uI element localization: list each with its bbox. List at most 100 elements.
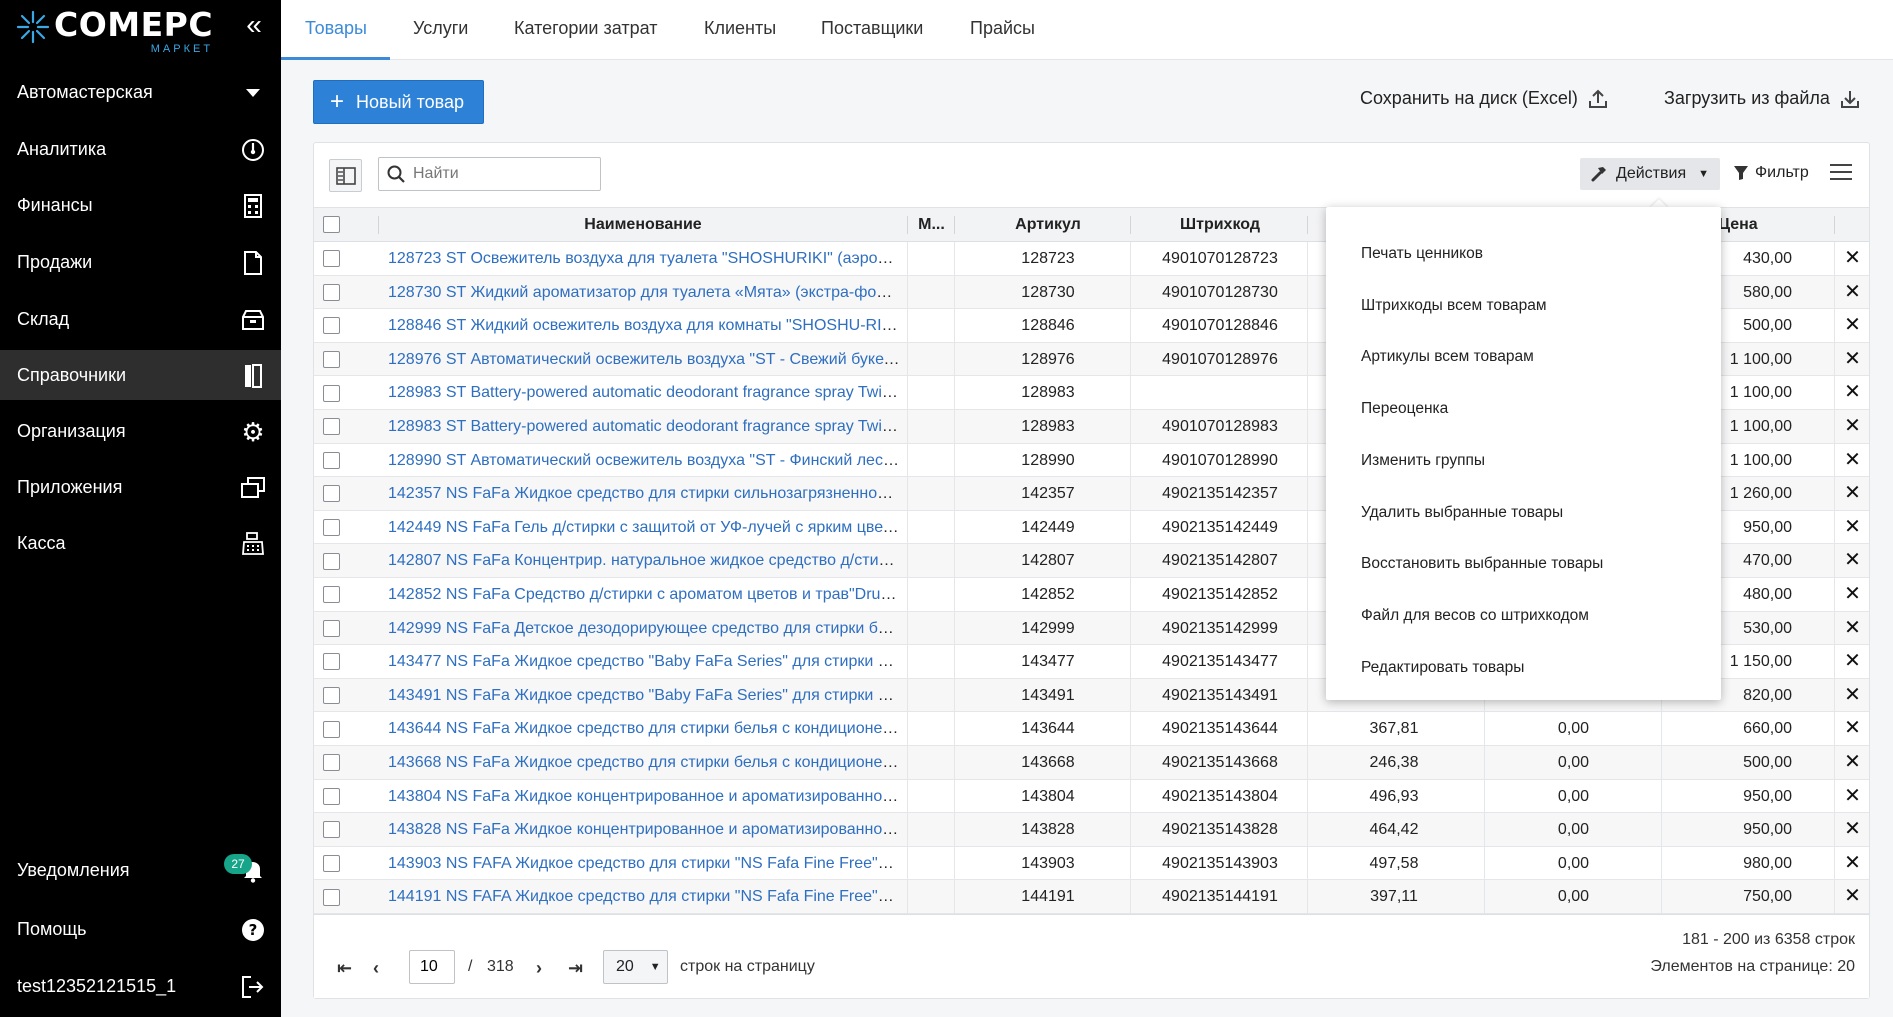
delete-row-icon[interactable]: ✕ — [1836, 612, 1869, 645]
actions-menu-item[interactable]: Переоценка — [1326, 384, 1721, 434]
product-name-link[interactable]: 128976 ST Автоматический освежитель возд… — [388, 351, 900, 368]
delete-row-icon[interactable]: ✕ — [1836, 276, 1869, 309]
tab-clients[interactable]: Клиенты — [704, 0, 776, 60]
select-all-checkbox[interactable] — [322, 216, 340, 234]
last-page-icon[interactable]: ⇥ — [568, 958, 583, 979]
product-name-link[interactable]: 143668 NS FaFa Жидкое средство для стирк… — [388, 754, 900, 771]
row-checkbox[interactable] — [322, 351, 340, 369]
table-row[interactable]: 143828 NS FaFa Жидкое концентрированное … — [314, 813, 1869, 847]
search-input[interactable] — [413, 165, 593, 183]
product-name-link[interactable]: 128990 ST Автоматический освежитель возд… — [388, 452, 900, 469]
sidebar-item-references[interactable]: Справочники — [0, 350, 281, 400]
product-name-link[interactable]: 128723 ST Освежитель воздуха для туалета… — [388, 250, 900, 267]
tab-suppliers[interactable]: Поставщики — [821, 0, 923, 60]
delete-row-icon[interactable]: ✕ — [1836, 242, 1869, 275]
column-header-name[interactable]: Наименование — [378, 208, 908, 243]
row-checkbox[interactable] — [322, 519, 340, 537]
sidebar-item-analytics[interactable]: Аналитика — [0, 124, 281, 174]
new-product-button[interactable]: + Новый товар — [313, 80, 484, 124]
rows-per-page-select[interactable]: 20 ▼ — [603, 950, 668, 984]
table-row[interactable]: 143903 NS FAFA Жидкое средство для стирк… — [314, 846, 1869, 881]
sidebar-item-finance[interactable]: Финансы — [0, 180, 281, 230]
delete-row-icon[interactable]: ✕ — [1836, 679, 1869, 712]
prev-page-icon[interactable]: ‹ — [373, 958, 379, 979]
actions-menu-item[interactable]: Редактировать товары — [1326, 643, 1721, 693]
delete-row-icon[interactable]: ✕ — [1836, 511, 1869, 544]
sidebar-item-cashbox[interactable]: Касса — [0, 518, 281, 568]
product-name-link[interactable]: 143477 NS FaFa Жидкое средство "Baby FaF… — [388, 653, 900, 670]
tab-services[interactable]: Услуги — [413, 0, 468, 60]
row-checkbox[interactable] — [322, 720, 340, 738]
table-row[interactable]: 144191 NS FAFA Жидкое средство для стирк… — [314, 880, 1869, 914]
first-page-icon[interactable]: ⇤ — [337, 958, 352, 979]
product-name-link[interactable]: 143804 NS FaFa Жидкое концентрированное … — [388, 788, 900, 805]
delete-row-icon[interactable]: ✕ — [1836, 578, 1869, 611]
row-checkbox[interactable] — [322, 451, 340, 469]
row-checkbox[interactable] — [322, 787, 340, 805]
row-checkbox[interactable] — [322, 485, 340, 503]
save-excel-button[interactable]: Сохранить на диск (Excel) — [1360, 88, 1608, 109]
delete-row-icon[interactable]: ✕ — [1836, 645, 1869, 678]
tab-goods[interactable]: Товары — [305, 0, 367, 60]
column-header-barcode[interactable]: Штрихкод — [1132, 208, 1308, 243]
sidebar-item-organization[interactable]: Организация ⚙ — [0, 406, 281, 456]
filter-button[interactable]: Фильтр — [1733, 164, 1809, 182]
table-row[interactable]: 143804 NS FaFa Жидкое концентрированное … — [314, 779, 1869, 814]
row-checkbox[interactable] — [322, 586, 340, 604]
actions-menu-item[interactable]: Файл для весов со штрихкодом — [1326, 591, 1721, 641]
table-row[interactable]: 143668 NS FaFa Жидкое средство для стирк… — [314, 745, 1869, 780]
row-checkbox[interactable] — [322, 250, 340, 268]
next-page-icon[interactable]: › — [536, 958, 542, 979]
row-checkbox[interactable] — [322, 854, 340, 872]
product-name-link[interactable]: 142999 NS FaFa Детское дезодорирующее ср… — [388, 620, 900, 637]
column-settings-button[interactable] — [329, 159, 362, 192]
sidebar-item-warehouse[interactable]: Склад — [0, 294, 281, 344]
actions-menu-item[interactable]: Артикулы всем товарам — [1326, 332, 1721, 382]
row-checkbox[interactable] — [322, 283, 340, 301]
row-checkbox[interactable] — [322, 653, 340, 671]
product-name-link[interactable]: 143828 NS FaFa Жидкое концентрированное … — [388, 821, 900, 838]
grid-menu-icon[interactable] — [1830, 164, 1852, 184]
delete-row-icon[interactable]: ✕ — [1836, 343, 1869, 376]
actions-dropdown-button[interactable]: Действия ▼ — [1580, 158, 1720, 190]
product-name-link[interactable]: 143903 NS FAFA Жидкое средство для стирк… — [388, 855, 900, 872]
store-selector[interactable]: Автомастерская — [0, 67, 281, 117]
delete-row-icon[interactable]: ✕ — [1836, 780, 1869, 813]
product-name-link[interactable]: 142852 NS FaFa Средство д/стирки с арома… — [388, 586, 900, 603]
product-name-link[interactable]: 142807 NS FaFa Концентрир. натуральное ж… — [388, 552, 900, 569]
collapse-sidebar-icon[interactable]: « — [240, 11, 268, 40]
actions-menu-item[interactable]: Восстановить выбранные товары — [1326, 539, 1721, 589]
product-name-link[interactable]: 142357 NS FaFa Жидкое средство для стирк… — [388, 485, 900, 502]
product-name-link[interactable]: 143644 NS FaFa Жидкое средство для стирк… — [388, 720, 900, 737]
row-checkbox[interactable] — [322, 821, 340, 839]
delete-row-icon[interactable]: ✕ — [1836, 847, 1869, 880]
load-file-button[interactable]: Загрузить из файла — [1664, 88, 1860, 109]
delete-row-icon[interactable]: ✕ — [1836, 309, 1869, 342]
actions-menu-item[interactable]: Удалить выбранные товары — [1326, 488, 1721, 538]
delete-row-icon[interactable]: ✕ — [1836, 746, 1869, 779]
row-checkbox[interactable] — [322, 552, 340, 570]
row-checkbox[interactable] — [322, 418, 340, 436]
row-checkbox[interactable] — [322, 754, 340, 772]
sidebar-item-sales[interactable]: Продажи — [0, 237, 281, 287]
actions-menu-item[interactable]: Печать ценников — [1326, 229, 1721, 279]
product-name-link[interactable]: 142449 NS FaFa Гель д/стирки с защитой о… — [388, 519, 900, 536]
page-number-input[interactable] — [409, 950, 455, 984]
product-name-link[interactable]: 128730 ST Жидкий ароматизатор для туалет… — [388, 284, 900, 301]
row-checkbox[interactable] — [322, 619, 340, 637]
delete-row-icon[interactable]: ✕ — [1836, 712, 1869, 745]
user-account[interactable]: test12352121515_1 — [0, 961, 281, 1011]
actions-menu-item[interactable]: Штрихкоды всем товарам — [1326, 281, 1721, 331]
sidebar-item-apps[interactable]: Приложения — [0, 462, 281, 512]
delete-row-icon[interactable]: ✕ — [1836, 376, 1869, 409]
delete-row-icon[interactable]: ✕ — [1836, 477, 1869, 510]
tab-price-lists[interactable]: Прайсы — [970, 0, 1035, 60]
search-field[interactable] — [378, 157, 601, 191]
product-name-link[interactable]: 128983 ST Battery-powered automatic deod… — [388, 384, 900, 401]
delete-row-icon[interactable]: ✕ — [1836, 813, 1869, 846]
sidebar-item-help[interactable]: Помощь ? — [0, 904, 281, 954]
product-name-link[interactable]: 144191 NS FAFA Жидкое средство для стирк… — [388, 888, 900, 905]
table-row[interactable]: 143644 NS FaFa Жидкое средство для стирк… — [314, 712, 1869, 746]
tab-expense-categories[interactable]: Категории затрат — [514, 0, 657, 60]
delete-row-icon[interactable]: ✕ — [1836, 444, 1869, 477]
